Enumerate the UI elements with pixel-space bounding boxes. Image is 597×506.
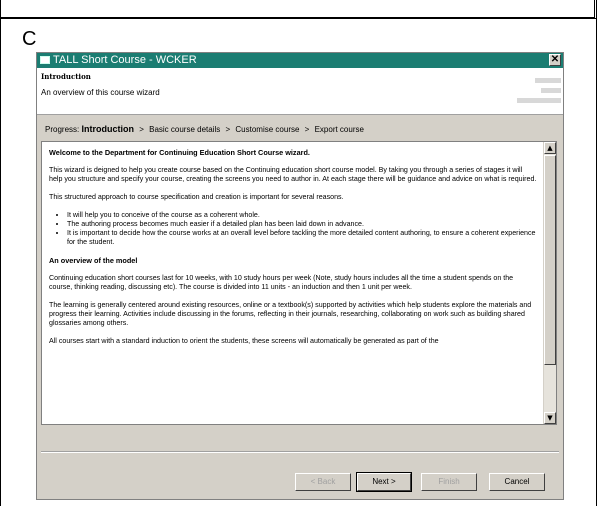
page-title: Introduction <box>41 72 91 81</box>
list-item: The authoring process becomes much easie… <box>67 220 537 229</box>
wizard-header: Introduction An overview of this course … <box>37 68 563 115</box>
progress-label: Progress: <box>45 125 80 134</box>
content-text: Welcome to the Department for Continuing… <box>49 148 537 355</box>
cancel-button[interactable]: Cancel <box>489 473 545 491</box>
progress-step: Export course <box>314 125 364 134</box>
content-paragraph: All courses start with a standard induct… <box>49 337 439 345</box>
progress-step-current: Introduction <box>81 124 134 134</box>
header-decoration <box>535 78 561 83</box>
window-title: TALL Short Course - WCKER <box>53 54 197 66</box>
progress-separator: > <box>225 125 231 134</box>
header-decoration <box>541 88 561 93</box>
vertical-scrollbar[interactable]: ▲ ▼ <box>543 142 556 424</box>
content-paragraph: The learning is generally centered aroun… <box>49 301 532 327</box>
close-button[interactable]: ✕ <box>549 54 561 66</box>
progress-step: Basic course details <box>149 125 221 134</box>
frame-divider <box>0 18 597 19</box>
figure-label: C <box>22 28 37 50</box>
finish-button[interactable]: Finish <box>421 473 477 491</box>
title-bar[interactable]: TALL Short Course - WCKER ✕ <box>37 53 563 68</box>
content-paragraph: Continuing education short courses last … <box>49 274 514 291</box>
frame-left <box>0 0 1 506</box>
progress-breadcrumb: Progress: Introduction > Basic course de… <box>45 124 364 134</box>
top-frame <box>0 0 595 18</box>
progress-separator: > <box>304 125 310 134</box>
content-pane[interactable]: Welcome to the Department for Continuing… <box>41 141 557 425</box>
window-icon <box>40 56 50 64</box>
progress-step: Customise course <box>235 125 300 134</box>
scroll-thumb[interactable] <box>544 155 556 365</box>
progress-separator: > <box>139 125 144 134</box>
content-heading: Welcome to the Department for Continuing… <box>49 148 310 157</box>
content-heading: An overview of the model <box>49 256 138 265</box>
list-item: It is important to decide how the course… <box>67 229 537 247</box>
button-separator <box>41 451 559 453</box>
header-decoration <box>517 98 561 103</box>
wizard-window: TALL Short Course - WCKER ✕ Introduction… <box>36 52 564 500</box>
back-button[interactable]: < Back <box>295 473 351 491</box>
scroll-down-button[interactable]: ▼ <box>544 412 556 424</box>
list-item: It will help you to conceive of the cour… <box>67 211 537 220</box>
reasons-list: It will help you to conceive of the cour… <box>49 211 537 247</box>
scroll-up-button[interactable]: ▲ <box>544 142 556 154</box>
next-button[interactable]: Next > <box>356 472 412 492</box>
content-paragraph: This structured approach to course speci… <box>49 193 344 201</box>
content-paragraph: This wizard is deigned to help you creat… <box>49 166 537 183</box>
page-subtitle: An overview of this course wizard <box>41 88 160 97</box>
